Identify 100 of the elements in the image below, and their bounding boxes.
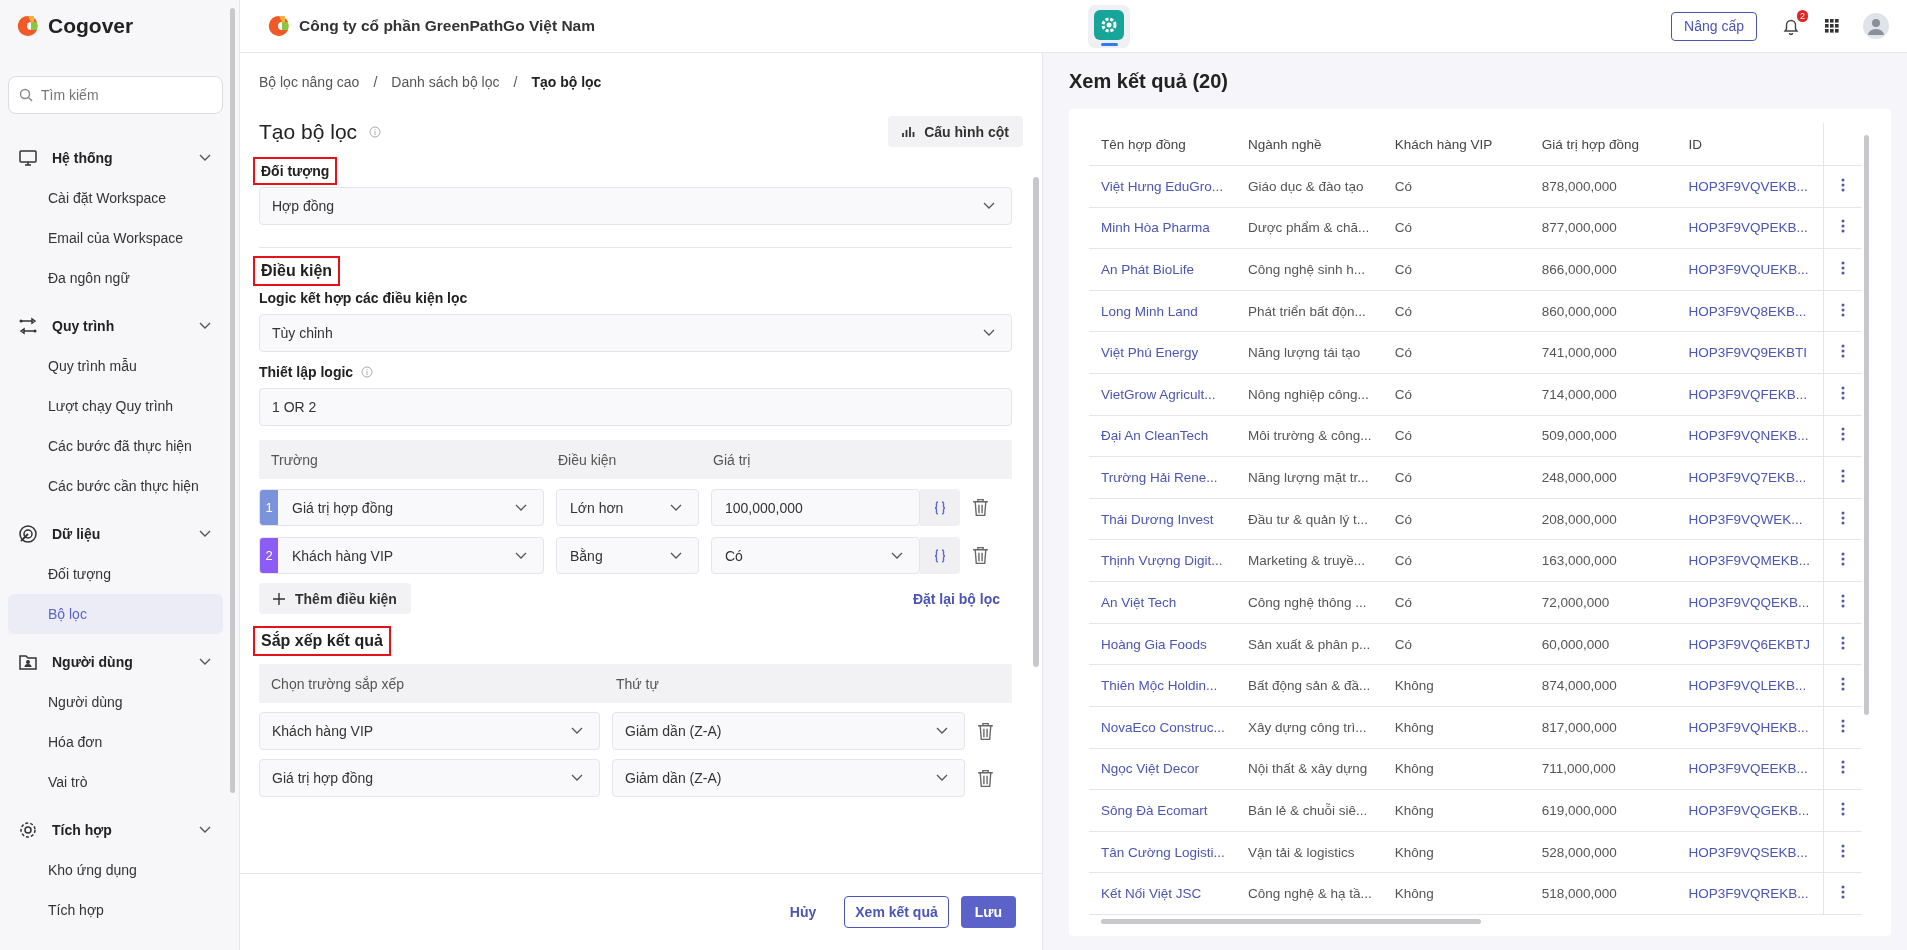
breadcrumb-link[interactable]: Bộ lọc nâng cao <box>259 74 360 90</box>
more-icon[interactable] <box>1841 760 1845 775</box>
more-icon[interactable] <box>1841 177 1845 192</box>
nav-group-header[interactable]: Tích hợp <box>8 810 223 850</box>
table-link[interactable]: HOP3F9VQUEKB... <box>1676 248 1824 291</box>
table-link[interactable]: Ngọc Việt Decor <box>1089 748 1236 790</box>
table-link[interactable]: HOP3F9VQGEKB... <box>1676 789 1824 832</box>
scrollbar-thumb[interactable] <box>1033 177 1039 667</box>
breadcrumb-link[interactable]: Danh sách bộ lọc <box>391 74 500 90</box>
more-icon[interactable] <box>1841 261 1845 275</box>
more-icon[interactable] <box>1841 635 1845 650</box>
more-icon[interactable] <box>1841 219 1845 234</box>
nav-item[interactable]: Lượt chạy Quy trình <box>8 386 223 426</box>
table-link[interactable]: Thiên Mộc Holdin... <box>1089 664 1236 707</box>
field-select[interactable]: 1 Giá trị hợp đồng <box>259 489 544 526</box>
table-link[interactable]: HOP3F9VQQEKB... <box>1676 581 1824 624</box>
nav-group-header[interactable]: Dữ liệu <box>8 514 223 554</box>
table-link[interactable]: HOP3F9VQWEK... <box>1676 498 1824 540</box>
nav-item[interactable]: Kho ứng dụng <box>8 850 223 890</box>
upgrade-button[interactable]: Nâng cấp <box>1671 11 1757 41</box>
variable-button[interactable] <box>920 489 960 526</box>
nav-item[interactable]: Đa ngôn ngữ <box>8 258 223 298</box>
nav-item[interactable]: Các bước cần thực hiện <box>8 466 223 506</box>
nav-group-header[interactable]: Quy trình <box>8 306 223 346</box>
more-icon[interactable] <box>1841 885 1845 900</box>
table-link[interactable]: HOP3F9VQMEKB... <box>1676 540 1824 582</box>
sort-field-select[interactable]: Giá trị hợp đồng <box>259 759 600 797</box>
more-icon[interactable] <box>1841 302 1845 317</box>
logic-select[interactable]: Tùy chỉnh <box>259 314 1012 352</box>
nav-item[interactable]: Đối tượng <box>8 554 223 594</box>
preview-button[interactable]: Xem kết quả <box>844 896 949 928</box>
table-link[interactable]: HOP3F9VQNEKB... <box>1676 415 1824 457</box>
nav-item[interactable]: Cài đặt Workspace <box>8 178 223 218</box>
table-link[interactable]: VietGrow Agricult... <box>1089 373 1236 416</box>
table-link[interactable]: HOP3F9VQFEKB... <box>1676 373 1824 416</box>
table-link[interactable]: Minh Hòa Pharma <box>1089 207 1236 249</box>
table-link[interactable]: HOP3F9VQ8EKB... <box>1676 290 1824 332</box>
table-link[interactable]: Tân Cường Logisti... <box>1089 831 1236 873</box>
nav-group-header[interactable]: Hệ thống <box>8 138 223 178</box>
value-input[interactable]: 100,000,000 <box>711 489 920 526</box>
table-link[interactable]: Hoàng Gia Foods <box>1089 623 1236 665</box>
nav-item[interactable]: Quy trình mẫu <box>8 346 223 386</box>
table-link[interactable]: HOP3F9VQHEKB... <box>1676 706 1824 749</box>
nav-item[interactable]: Người dùng <box>8 682 223 722</box>
table-link[interactable]: HOP3F9VQLEKB... <box>1676 664 1824 707</box>
table-link[interactable]: HOP3F9VQEEKB... <box>1676 748 1824 790</box>
table-link[interactable]: Thịnh Vượng Digit... <box>1089 540 1236 582</box>
logic-input[interactable]: 1 OR 2 <box>259 388 1012 426</box>
table-link[interactable]: NovaEco Construc... <box>1089 706 1236 749</box>
table-link[interactable]: HOP3F9VQREKB... <box>1676 872 1824 915</box>
nav-group-header[interactable]: Người dùng <box>8 642 223 682</box>
trash-icon[interactable] <box>977 721 994 741</box>
column-config-button[interactable]: Cấu hình cột <box>888 116 1023 147</box>
table-link[interactable]: Việt Hưng EduGro... <box>1089 165 1236 208</box>
nav-item[interactable]: Vai trò <box>8 762 223 802</box>
breadcrumb-link[interactable]: Tạo bộ lọc <box>531 74 602 90</box>
table-link[interactable]: Long Minh Land <box>1089 290 1236 332</box>
table-link[interactable]: Trường Hải Rene... <box>1089 456 1236 499</box>
more-icon[interactable] <box>1841 344 1845 359</box>
more-icon[interactable] <box>1841 469 1845 484</box>
table-link[interactable]: HOP3F9VQVEKB... <box>1676 165 1824 208</box>
variable-button[interactable] <box>920 537 960 574</box>
trash-icon[interactable] <box>972 546 989 565</box>
apps-grid-icon[interactable] <box>1825 19 1839 33</box>
settings-app-tab[interactable] <box>1088 4 1130 48</box>
trash-icon[interactable] <box>977 768 994 788</box>
sort-order-select[interactable]: Giảm dần (Z-A) <box>612 759 965 797</box>
nav-item[interactable]: Bộ lọc <box>8 594 223 634</box>
field-select[interactable]: 2 Khách hàng VIP <box>259 537 544 574</box>
save-button[interactable]: Lưu <box>960 896 1016 928</box>
nav-item[interactable]: Hóa đơn <box>8 722 223 762</box>
table-link[interactable]: HOP3F9VQPEKB... <box>1676 207 1824 249</box>
nav-item[interactable]: Email của Workspace <box>8 218 223 258</box>
sort-order-select[interactable]: Giảm dần (Z-A) <box>612 712 965 750</box>
operator-select[interactable]: Lớn hơn <box>556 489 699 526</box>
more-icon[interactable] <box>1841 801 1845 816</box>
more-icon[interactable] <box>1841 843 1845 858</box>
table-link[interactable]: Việt Phú Energy <box>1089 331 1236 374</box>
table-link[interactable]: An Phát BioLife <box>1089 248 1236 291</box>
table-link[interactable]: Sông Đà Ecomart <box>1089 789 1236 832</box>
table-link[interactable]: Thái Dương Invest <box>1089 498 1236 540</box>
more-icon[interactable] <box>1841 385 1845 400</box>
value-select[interactable]: Có <box>711 537 920 574</box>
table-link[interactable]: Đại An CleanTech <box>1089 415 1236 457</box>
more-icon[interactable] <box>1841 593 1845 608</box>
more-icon[interactable] <box>1841 552 1845 567</box>
sort-field-select[interactable]: Khách hàng VIP <box>259 712 600 750</box>
nav-item[interactable]: Tích hợp <box>8 890 223 930</box>
add-condition-button[interactable]: Thêm điều kiện <box>259 583 411 614</box>
scrollbar-thumb[interactable] <box>1101 919 1481 924</box>
table-link[interactable]: HOP3F9VQ9EKBTI <box>1676 331 1824 374</box>
operator-select[interactable]: Bằng <box>556 537 699 574</box>
table-link[interactable]: Kết Nối Việt JSC <box>1089 872 1236 915</box>
table-link[interactable]: HOP3F9VQSEKB... <box>1676 831 1824 873</box>
more-icon[interactable] <box>1841 510 1845 525</box>
object-select[interactable]: Hợp đồng <box>259 187 1012 225</box>
table-link[interactable]: An Việt Tech <box>1089 581 1236 624</box>
avatar-icon[interactable] <box>1863 13 1889 39</box>
more-icon[interactable] <box>1841 718 1845 733</box>
table-link[interactable]: HOP3F9VQ6EKBTJ <box>1676 623 1824 665</box>
